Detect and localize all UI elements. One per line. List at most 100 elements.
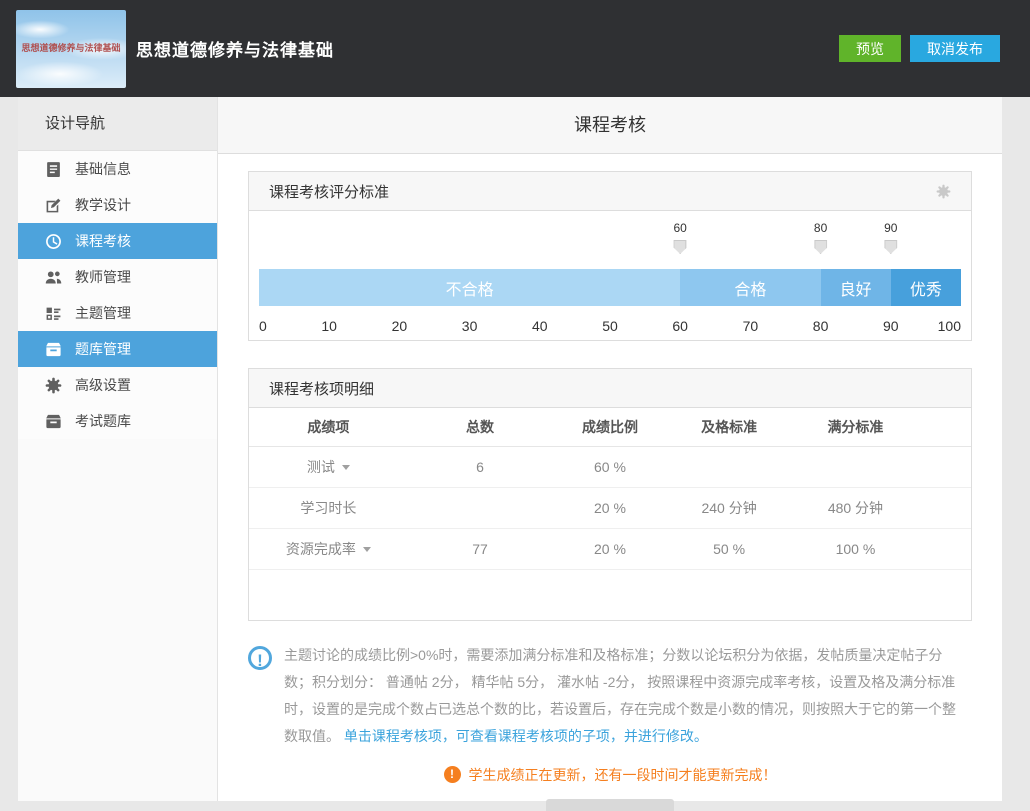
clock-icon: [45, 233, 62, 250]
sidebar-item-question-bank[interactable]: 题库管理: [18, 331, 217, 367]
archive-icon: [45, 413, 62, 430]
scale-tick-0: 0: [259, 318, 267, 334]
sidebar-item-label: 高级设置: [75, 375, 131, 395]
update-warning: ! 学生成绩正在更新，还有一段时间才能更新完成！: [248, 765, 972, 785]
slider-handle-value: 90: [884, 221, 897, 235]
scale-tick-70: 70: [743, 318, 759, 334]
edit-icon: [45, 197, 62, 214]
grading-standard-panel: 课程考核评分标准 不合格合格良好优秀 010203040506070809010…: [248, 171, 972, 341]
cancel-publish-button[interactable]: 取消发布: [910, 35, 1000, 62]
gear-icon: [45, 377, 62, 394]
users-icon: [45, 269, 62, 286]
column-header: 满分标准: [790, 408, 920, 446]
items-panel-header: 课程考核项明细: [249, 369, 971, 408]
items-panel-title: 课程考核项明细: [269, 378, 374, 399]
cell-grade-item[interactable]: 资源完成率: [249, 528, 408, 569]
sidebar-item-label: 基础信息: [75, 159, 131, 179]
grade-segment-label: 合格: [734, 276, 766, 300]
grade-segment-excellent: 优秀: [891, 269, 961, 306]
scale-tick-100: 100: [938, 318, 961, 334]
sidebar-title: 设计导航: [18, 97, 217, 151]
sidebar-item-label: 课程考核: [75, 231, 131, 251]
info-note: ! 主题讨论的成绩比例>0%时，需要添加满分标准和及格标准；分数以论坛积分为依据…: [248, 642, 972, 750]
slider-handle-80[interactable]: 80: [814, 221, 827, 254]
content-body: 课程考核评分标准 不合格合格良好优秀 010203040506070809010…: [218, 154, 1002, 811]
scale-tick-20: 20: [392, 318, 408, 334]
cell-pass-standard: [668, 446, 791, 487]
assessment-table-head: 成绩项总数成绩比例及格标准满分标准: [249, 408, 971, 446]
partially-visible-button[interactable]: [546, 799, 674, 811]
cell-total: 77: [408, 528, 552, 569]
app-root: 思想道德修养与法律基础 思想道德修养与法律基础 预览 取消发布 设计导航 基础信…: [0, 0, 1030, 801]
table-row-resource-completion: 资源完成率7720 %50 %100 %: [249, 528, 971, 569]
assessment-items-table: 成绩项总数成绩比例及格标准满分标准 测试660 % 学习时长 20 %240 分钟4…: [249, 408, 971, 570]
cell-pass-standard: 240 分钟: [668, 487, 791, 528]
sidebar-item-basic-info[interactable]: 基础信息: [18, 151, 217, 187]
grade-segment-label: 优秀: [910, 276, 942, 300]
slider-handle-90[interactable]: 90: [884, 221, 897, 254]
grade-slider-scale: 0102030405060708090100: [259, 314, 961, 340]
document-icon: [45, 161, 62, 178]
slider-handle-value: 80: [814, 221, 827, 235]
grading-panel-header: 课程考核评分标准: [249, 172, 971, 211]
cell-spacer: [920, 446, 971, 487]
sidebar-item-label: 考试题库: [75, 411, 131, 431]
cell-total: [408, 487, 552, 528]
course-title: 思想道德修养与法律基础: [136, 36, 334, 61]
cell-grade-item[interactable]: 测试: [249, 446, 408, 487]
course-cover-image: 思想道德修养与法律基础: [16, 10, 126, 88]
slider-handle-value: 60: [674, 221, 687, 235]
page-body: 设计导航 基础信息教学设计课程考核教师管理主题管理题库管理高级设置考试题库 课程…: [0, 97, 1030, 801]
grading-panel-title: 课程考核评分标准: [269, 181, 389, 202]
assessment-items-panel: 课程考核项明细 成绩项总数成绩比例及格标准满分标准 测试660 % 学习时长 20 …: [248, 368, 972, 621]
sidebar-item-topic-management[interactable]: 主题管理: [18, 295, 217, 331]
grade-slider-bar: 不合格 合格 良好优秀: [259, 269, 961, 306]
column-header: 总数: [408, 408, 552, 446]
cell-grade-item[interactable]: 学习时长: [249, 487, 408, 528]
page-title: 课程考核: [218, 97, 1002, 154]
sidebar-item-exam-question-bank[interactable]: 考试题库: [18, 403, 217, 439]
column-header: 成绩项: [249, 408, 408, 446]
cell-ratio: 60 %: [552, 446, 668, 487]
sidebar-item-advanced-settings[interactable]: 高级设置: [18, 367, 217, 403]
column-header: 成绩比例: [552, 408, 668, 446]
main-content: 课程考核 课程考核评分标准 不合格合格良好优秀 0102030405060708…: [218, 97, 1002, 801]
info-icon: !: [248, 646, 272, 670]
dropdown-caret-icon[interactable]: [363, 547, 371, 552]
dropdown-caret-icon[interactable]: [342, 465, 350, 470]
assessment-table-body: 测试660 % 学习时长 20 %240 分钟480 分钟资源完成率7720 %50…: [249, 446, 971, 569]
sidebar-item-label: 题库管理: [75, 339, 131, 359]
sidebar-item-course-assessment[interactable]: 课程考核: [18, 223, 217, 259]
cell-pass-standard: 50 %: [668, 528, 791, 569]
table-row-study-duration: 学习时长 20 %240 分钟480 分钟: [249, 487, 971, 528]
slider-handle-60[interactable]: 60: [674, 221, 687, 254]
grade-segment-good: 良好: [821, 269, 891, 306]
scale-tick-10: 10: [321, 318, 337, 334]
cell-ratio: 20 %: [552, 487, 668, 528]
archive-icon: [45, 341, 62, 358]
topbar-actions: 预览 取消发布: [839, 35, 1000, 62]
slider-handle-marker-icon: [814, 240, 827, 254]
grade-segment-fail: 不合格: [259, 269, 680, 306]
sidebar-item-label: 教师管理: [75, 267, 131, 287]
cell-total: 6: [408, 446, 552, 487]
slider-handle-marker-icon: [674, 240, 687, 254]
sidebar-item-teacher-management[interactable]: 教师管理: [18, 259, 217, 295]
info-note-text: 主题讨论的成绩比例>0%时，需要添加满分标准和及格标准；分数以论坛积分为依据，发…: [284, 642, 960, 750]
cell-full-standard: [790, 446, 920, 487]
grading-panel-body: 不合格合格良好优秀 0102030405060708090100 608090: [249, 211, 971, 340]
grading-settings-gear-icon[interactable]: [936, 184, 951, 199]
preview-button[interactable]: 预览: [839, 35, 901, 62]
warning-icon: !: [444, 766, 461, 783]
top-header: 思想道德修养与法律基础 思想道德修养与法律基础 预览 取消发布: [0, 0, 1030, 97]
info-note-link[interactable]: 单击课程考核项，可查看课程考核项的子项，并进行修改。: [344, 728, 708, 744]
sidebar: 设计导航 基础信息教学设计课程考核教师管理主题管理题库管理高级设置考试题库: [18, 97, 218, 801]
scale-tick-30: 30: [462, 318, 478, 334]
column-header-spacer: [920, 408, 971, 446]
grade-segment-label: 不合格: [446, 276, 494, 300]
grade-segment-pass: 合格: [680, 269, 820, 306]
sidebar-item-label: 主题管理: [75, 303, 131, 323]
cell-full-standard: 480 分钟: [790, 487, 920, 528]
sidebar-item-teaching-design[interactable]: 教学设计: [18, 187, 217, 223]
scale-tick-40: 40: [532, 318, 548, 334]
